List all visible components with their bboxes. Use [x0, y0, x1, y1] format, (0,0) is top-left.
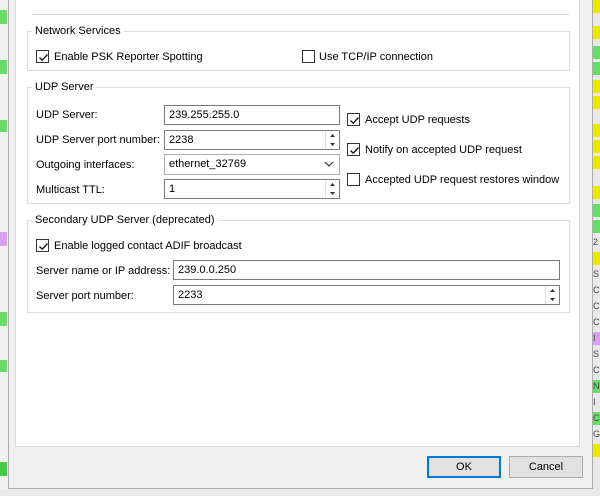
outgoing-interfaces-select[interactable]: ethernet_32769	[164, 154, 340, 175]
multicast-ttl-label: Multicast TTL:	[36, 184, 105, 196]
arrow-up-icon	[330, 183, 335, 186]
background-fragment: N	[593, 380, 600, 393]
background-fragment: 2	[593, 237, 599, 247]
udp-port-stepper[interactable]	[325, 131, 339, 149]
psk-reporter-label[interactable]: Enable PSK Reporter Spotting	[54, 50, 203, 64]
background-fragment: S	[593, 269, 600, 279]
chevron-down-icon	[324, 161, 334, 167]
udp-port-spinbox[interactable]: 2238	[164, 130, 340, 150]
background-fragment: G	[593, 429, 600, 439]
secondary-port-spinbox[interactable]: 2233	[173, 285, 560, 305]
background-fragment: I	[593, 332, 600, 345]
arrow-up-icon	[550, 289, 555, 292]
udp-server-title: UDP Server	[32, 81, 97, 94]
secondary-port-stepper[interactable]	[545, 286, 559, 304]
background-fragment: C	[593, 365, 600, 375]
udp-port-label: UDP Server port number:	[36, 134, 160, 146]
tcp-ip-label[interactable]: Use TCP/IP connection	[319, 50, 433, 64]
multicast-ttl-value: 1	[169, 183, 176, 195]
arrow-down-icon	[330, 143, 335, 146]
accept-udp-requests-label[interactable]: Accept UDP requests	[365, 113, 470, 127]
secondary-port-label: Server port number:	[36, 290, 134, 302]
arrow-down-icon	[550, 298, 555, 301]
arrow-up-icon	[330, 134, 335, 137]
divider	[32, 14, 569, 15]
background-fragment: C	[593, 412, 600, 425]
background-fragment: I	[593, 397, 596, 407]
restores-window-label[interactable]: Accepted UDP request restores window	[365, 173, 559, 187]
arrow-down-icon	[330, 192, 335, 195]
background-fragment: S	[593, 349, 600, 359]
network-services-title: Network Services	[32, 25, 124, 38]
multicast-ttl-spinbox[interactable]: 1	[164, 179, 340, 199]
background-window-bottom-edge	[0, 489, 600, 496]
restores-window-checkbox[interactable]	[347, 173, 360, 186]
secondary-server-label: Server name or IP address:	[36, 265, 171, 277]
ok-button[interactable]: OK	[427, 456, 501, 478]
outgoing-interfaces-value: ethernet_32769	[169, 158, 247, 170]
checkmark-icon	[39, 54, 48, 62]
udp-server-input[interactable]: 239.255.255.0	[164, 105, 340, 125]
cancel-button[interactable]: Cancel	[509, 456, 583, 478]
adif-broadcast-label[interactable]: Enable logged contact ADIF broadcast	[54, 239, 242, 253]
adif-broadcast-checkbox[interactable]	[36, 239, 49, 252]
checkmark-icon	[39, 243, 48, 251]
notify-accepted-checkbox[interactable]	[347, 143, 360, 156]
checkmark-icon	[350, 147, 359, 155]
udp-server-label: UDP Server:	[36, 109, 98, 121]
background-fragment: C	[593, 285, 600, 295]
background-fragment: C	[593, 301, 600, 311]
secondary-server-input[interactable]: 239.0.0.250	[173, 260, 560, 280]
psk-reporter-checkbox[interactable]	[36, 50, 49, 63]
notify-accepted-label[interactable]: Notify on accepted UDP request	[365, 143, 522, 157]
background-fragment: C	[593, 317, 600, 327]
udp-port-value: 2238	[169, 134, 194, 146]
tcp-ip-checkbox[interactable]	[302, 50, 315, 63]
secondary-udp-title: Secondary UDP Server (deprecated)	[32, 214, 218, 227]
multicast-ttl-stepper[interactable]	[325, 180, 339, 198]
accept-udp-requests-checkbox[interactable]	[347, 113, 360, 126]
outgoing-interfaces-label: Outgoing interfaces:	[36, 159, 135, 171]
background-window-right-edge: 2 S C C C I S C N I C G	[593, 0, 600, 496]
secondary-port-value: 2233	[178, 289, 203, 301]
checkmark-icon	[350, 117, 359, 125]
